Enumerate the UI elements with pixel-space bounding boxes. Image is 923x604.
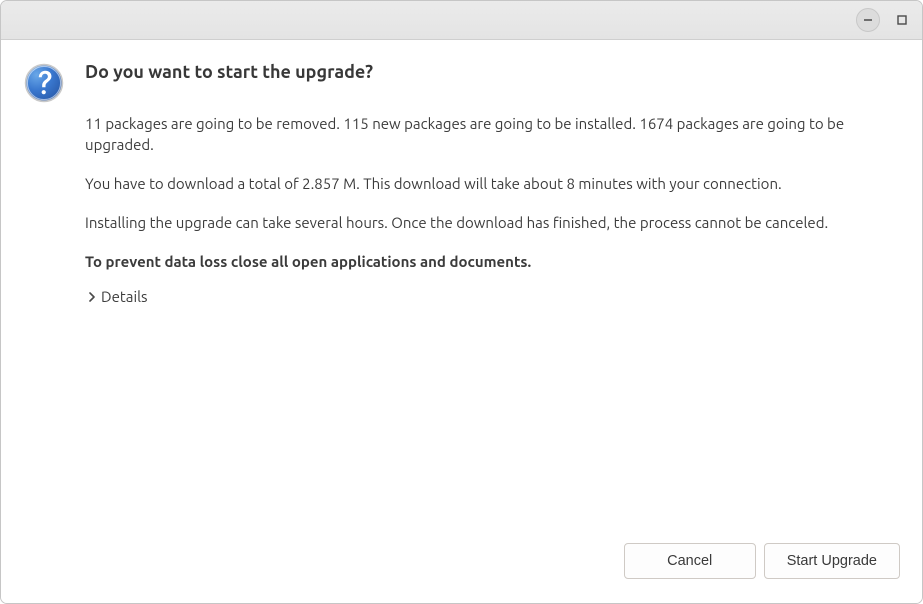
- button-row: Cancel Start Upgrade: [23, 537, 900, 591]
- question-icon: [23, 62, 65, 104]
- download-summary: You have to download a total of 2.857 M.…: [85, 173, 900, 194]
- cancel-button[interactable]: Cancel: [624, 543, 756, 579]
- details-label: Details: [101, 286, 148, 307]
- upgrade-dialog: Do you want to start the upgrade? 11 pac…: [0, 0, 923, 604]
- start-upgrade-button[interactable]: Start Upgrade: [764, 543, 900, 579]
- titlebar: [1, 1, 922, 40]
- maximize-button[interactable]: [890, 8, 914, 32]
- data-loss-warning: To prevent data loss close all open appl…: [85, 251, 900, 272]
- dialog-content: Do you want to start the upgrade? 11 pac…: [1, 40, 922, 603]
- packages-summary: 11 packages are going to be removed. 115…: [85, 113, 900, 155]
- chevron-right-icon: [87, 292, 97, 302]
- dialog-body: Do you want to start the upgrade? 11 pac…: [85, 60, 900, 309]
- install-summary: Installing the upgrade can take several …: [85, 212, 900, 233]
- minimize-button[interactable]: [856, 8, 880, 32]
- details-expander[interactable]: Details: [87, 284, 900, 309]
- dialog-heading: Do you want to start the upgrade?: [85, 60, 900, 85]
